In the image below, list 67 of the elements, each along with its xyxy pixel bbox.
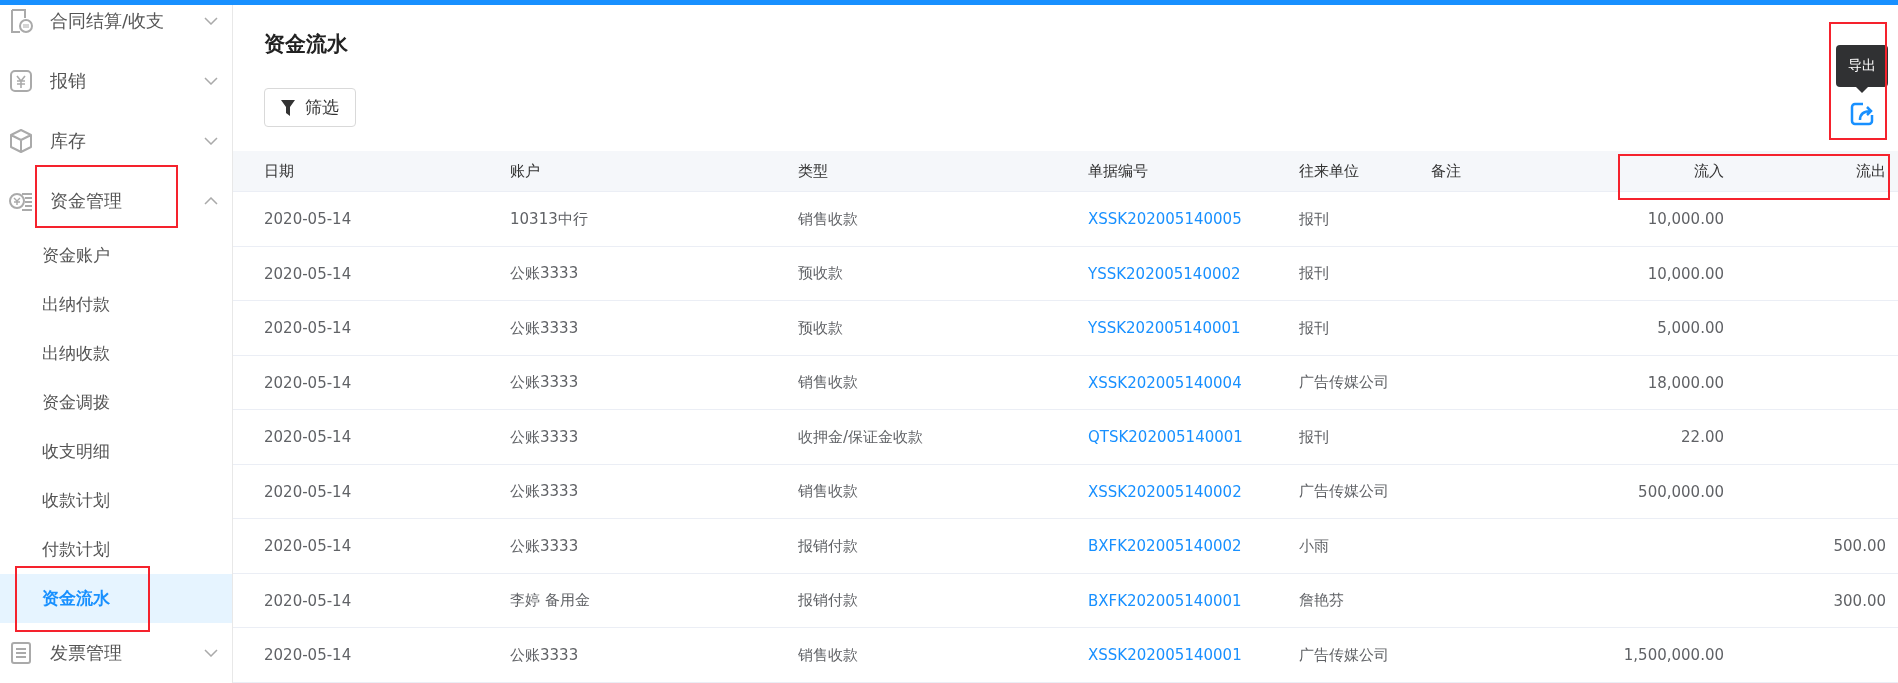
table-cell: 10,000.00	[1647, 210, 1724, 229]
table-cell: 报刊	[1299, 264, 1329, 284]
table-cell: 5,000.00	[1657, 319, 1724, 338]
sidebar-subitem[interactable]: 资金调拨	[0, 378, 232, 427]
table-cell: 预收款	[798, 318, 843, 338]
table-cell: 公账3333	[510, 264, 579, 284]
table-cell: 公账3333	[510, 645, 579, 665]
table-cell: 2020-05-14	[264, 373, 352, 392]
table-cell: 2020-05-14	[264, 482, 352, 501]
sidebar-subitem[interactable]: 出纳收款	[0, 329, 232, 378]
sidebar-item[interactable]: 报销	[0, 51, 232, 111]
column-header: 日期	[264, 161, 294, 181]
table-cell: 广告传媒公司	[1299, 373, 1389, 393]
table-cell: 公账3333	[510, 536, 579, 556]
table-cell: 报刊	[1299, 209, 1329, 229]
table-cell: 收押金/保证金收款	[798, 427, 924, 447]
sidebar-subitem[interactable]: 收款计划	[0, 476, 232, 525]
table-cell: 22.00	[1681, 428, 1724, 447]
table-cell: 销售收款	[798, 645, 858, 665]
table-cell: 2020-05-14	[264, 537, 352, 556]
table-cell: 公账3333	[510, 482, 579, 502]
table-cell: 詹艳芬	[1299, 591, 1344, 611]
sidebar-subitem[interactable]: 收支明细	[0, 427, 232, 476]
sidebar-subitem[interactable]: 付款计划	[0, 525, 232, 574]
table-cell: 2020-05-14	[264, 264, 352, 283]
table-cell: 销售收款	[798, 373, 858, 393]
sidebar-item[interactable]: 合同结算/收支	[0, 5, 232, 51]
table-cell: 销售收款	[798, 482, 858, 502]
table-cell: 2020-05-14	[264, 428, 352, 447]
table-cell: 500,000.00	[1638, 482, 1724, 501]
sidebar-subitem[interactable]: 资金账户	[0, 231, 232, 280]
sidebar-item[interactable]: 发票管理	[0, 623, 232, 683]
table-cell: 销售收款	[798, 209, 858, 229]
sidebar-subitem[interactable]: 出纳付款	[0, 280, 232, 329]
column-header: 流出	[1856, 161, 1886, 181]
filter-button[interactable]: 筛选	[264, 88, 356, 127]
table-cell: 报销付款	[798, 591, 858, 611]
table-cell: 2020-05-14	[264, 591, 352, 610]
column-header: 流入	[1694, 161, 1724, 181]
table-cell: 2020-05-14	[264, 210, 352, 229]
table-cell: 10,000.00	[1647, 264, 1724, 283]
table-cell: 报刊	[1299, 427, 1329, 447]
column-header: 单据编号	[1088, 161, 1148, 181]
table-cell: 报销付款	[798, 536, 858, 556]
column-header: 账户	[510, 161, 540, 181]
table-cell: 1,500,000.00	[1623, 646, 1724, 665]
table-cell: 公账3333	[510, 318, 579, 338]
table-cell: 小雨	[1299, 536, 1329, 556]
table-cell: 300.00	[1833, 591, 1886, 610]
table-cell: 预收款	[798, 264, 843, 284]
table-cell: 广告传媒公司	[1299, 482, 1389, 502]
table-cell: 10313中行	[510, 209, 588, 229]
table-cell: 公账3333	[510, 427, 579, 447]
sidebar-item[interactable]: 库存	[0, 111, 232, 171]
sidebar-item[interactable]: 资金管理	[0, 171, 232, 231]
page-title: 资金流水	[264, 31, 349, 58]
column-header: 类型	[798, 161, 828, 181]
table-cell: 报刊	[1299, 318, 1329, 338]
table-cell: 公账3333	[510, 373, 579, 393]
table-cell: 李婷 备用金	[510, 591, 590, 611]
table-cell: 2020-05-14	[264, 646, 352, 665]
column-header: 往来单位	[1299, 161, 1359, 181]
table-cell: 2020-05-14	[264, 319, 352, 338]
table-cell: 18,000.00	[1647, 373, 1724, 392]
table-cell: 500.00	[1833, 537, 1886, 556]
column-header: 备注	[1431, 161, 1461, 181]
table-cell: 广告传媒公司	[1299, 645, 1389, 665]
